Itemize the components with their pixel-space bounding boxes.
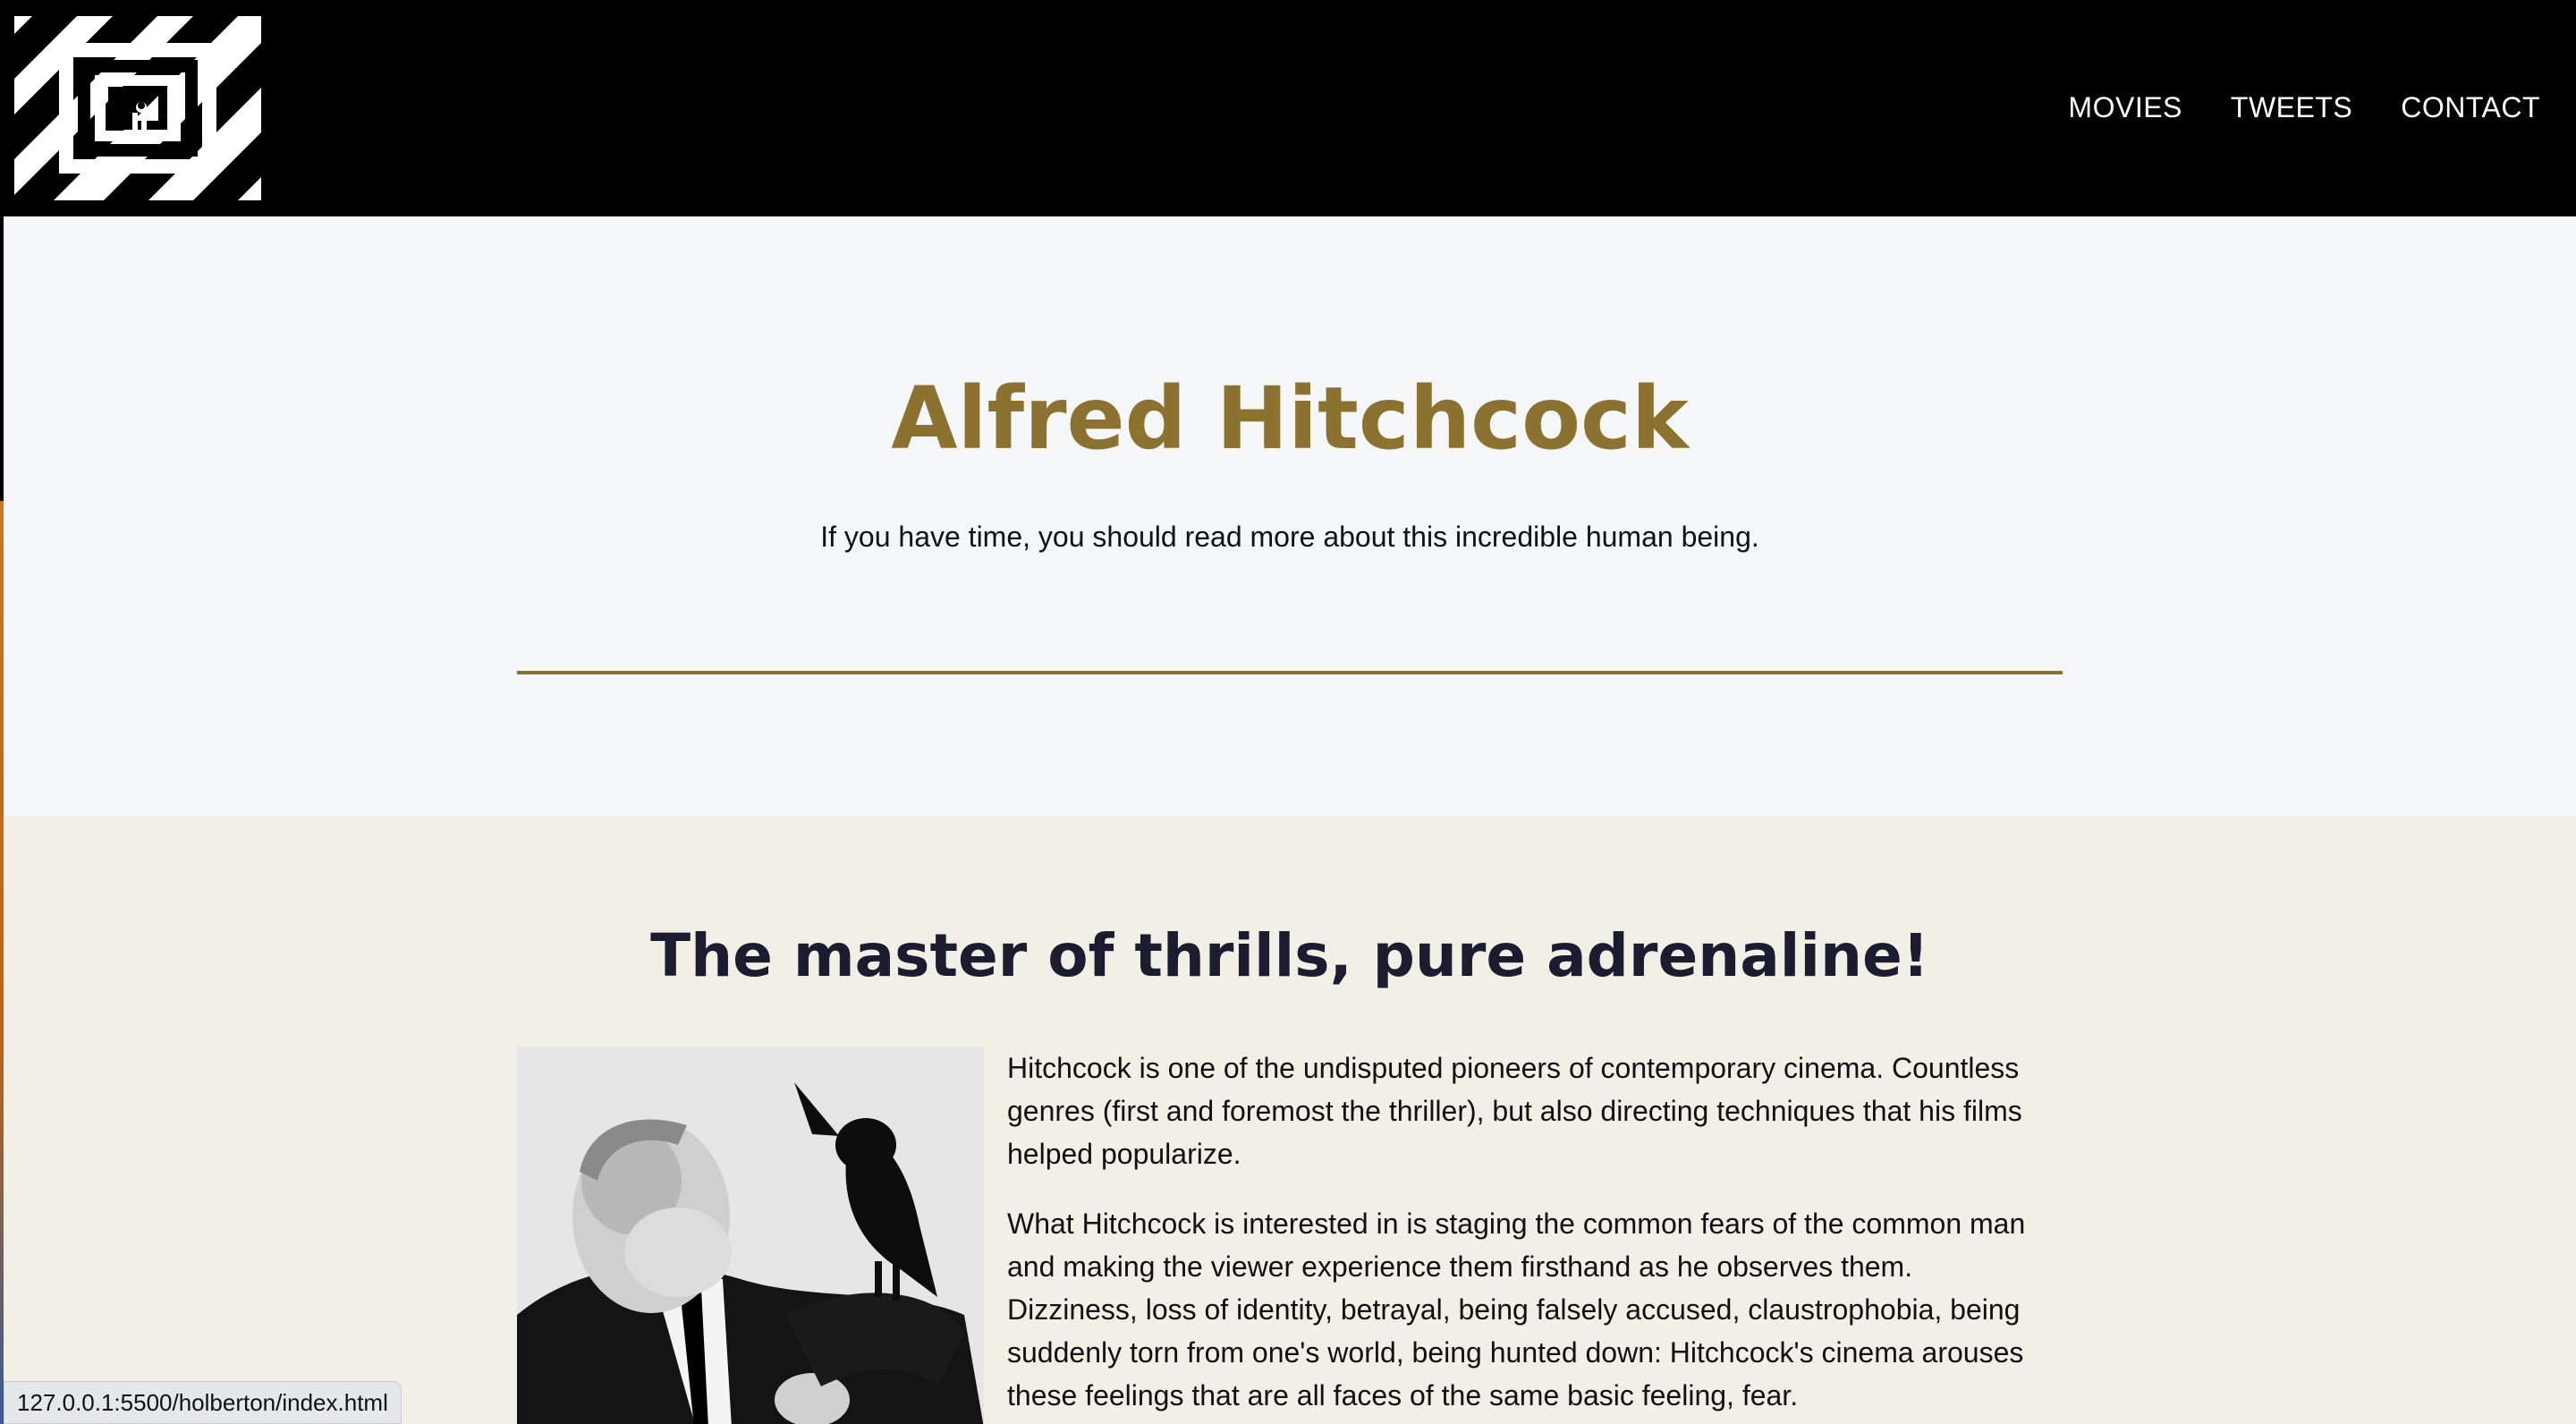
- divider: [517, 671, 2063, 674]
- paragraph: Hitchcock is one of the undisputed pione…: [1007, 1052, 2022, 1170]
- logo-link[interactable]: [14, 16, 261, 200]
- site-header: MOVIES TWEETS CONTACT: [4, 4, 2576, 216]
- page-title: Alfred Hitchcock: [891, 369, 1689, 469]
- hero-subtitle: If you have time, you should read more a…: [820, 521, 1759, 553]
- nav-link-tweets[interactable]: TWEETS: [2231, 91, 2352, 124]
- article-text: Hitchcock is one of the undisputed pione…: [1007, 1047, 2041, 1424]
- hitchcock-with-crow-photo: [517, 1047, 984, 1424]
- spiral-logo-icon: [14, 16, 261, 200]
- nav-link-movies[interactable]: MOVIES: [2068, 91, 2182, 124]
- about-section: The master of thrills, pure adrenaline!: [4, 816, 2576, 1424]
- hero-section: Alfred Hitchcock If you have time, you s…: [4, 216, 2576, 816]
- browser-status-url: 127.0.0.1:5500/holberton/index.html: [4, 1381, 402, 1424]
- section-heading: The master of thrills, pure adrenaline!: [650, 921, 1929, 990]
- photo-illustration: [517, 1047, 984, 1424]
- paragraph: What Hitchcock is interested in is stagi…: [1007, 1208, 2026, 1411]
- page: MOVIES TWEETS CONTACT Alfred Hitchcock I…: [4, 4, 2576, 1424]
- main-nav: MOVIES TWEETS CONTACT: [2068, 91, 2540, 124]
- nav-link-contact[interactable]: CONTACT: [2401, 91, 2540, 124]
